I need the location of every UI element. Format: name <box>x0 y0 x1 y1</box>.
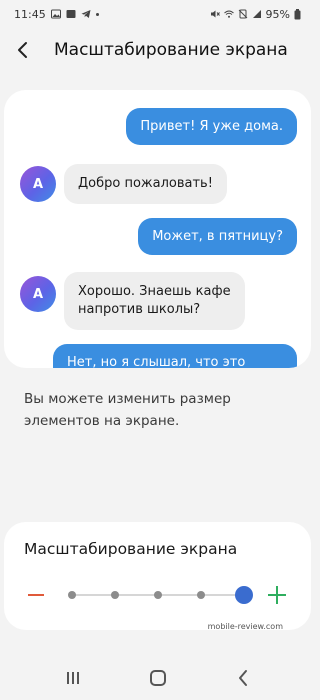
minus-icon[interactable] <box>28 594 44 596</box>
back-arrow-icon <box>18 42 27 58</box>
page-title: Масштабирование экрана <box>54 40 288 60</box>
gallery-icon <box>50 9 61 19</box>
avatar: A <box>20 166 56 202</box>
message-incoming: Хорошо. Знаешь кафе напротив школы? <box>64 272 245 330</box>
message-line: Хорошо. Знаешь кафе <box>78 284 231 299</box>
status-bar: 11:45 95% <box>0 0 315 28</box>
status-left: 11:45 <box>14 8 99 21</box>
avatar: A <box>20 276 56 312</box>
description: Вы можете изменить размер элементов на э… <box>24 388 294 432</box>
status-time: 11:45 <box>14 7 46 21</box>
message-incoming: Добро пожаловать! <box>64 164 227 204</box>
slider-tick[interactable] <box>154 591 162 599</box>
plus-icon[interactable] <box>268 586 286 604</box>
home-button[interactable] <box>138 663 178 693</box>
back-nav-button[interactable] <box>223 663 263 693</box>
chat-preview: Привет! Я уже дома. A Добро пожаловать! … <box>4 90 311 368</box>
message-outgoing: Может, в пятницу? <box>138 218 297 255</box>
header: Масштабирование экрана <box>0 32 315 68</box>
message-line: напротив школы? <box>78 302 201 317</box>
back-nav-icon <box>238 669 247 686</box>
scale-slider[interactable] <box>24 582 294 608</box>
recents-icon <box>66 671 79 684</box>
message-outgoing: Нет, но я слышал, что это <box>53 344 297 368</box>
back-button[interactable] <box>16 35 46 65</box>
slider-tick[interactable] <box>197 591 205 599</box>
wifi-icon <box>223 10 234 18</box>
no-sim-icon <box>238 9 247 19</box>
status-right: 95% <box>210 8 301 21</box>
recents-button[interactable] <box>53 663 93 693</box>
home-icon <box>149 669 166 686</box>
battery-icon <box>294 8 301 19</box>
scale-title: Масштабирование экрана <box>24 540 238 558</box>
notification-dot-icon <box>95 12 99 16</box>
description-line: Вы можете изменить размер <box>24 391 231 407</box>
navigation-bar <box>0 655 315 700</box>
telegram-icon <box>81 10 91 18</box>
message-outgoing: Привет! Я уже дома. <box>126 108 297 145</box>
watermark: mobile-review.com <box>207 622 283 631</box>
image-icon <box>66 10 76 18</box>
slider-tick[interactable] <box>111 591 119 599</box>
battery-percent: 95% <box>265 7 290 21</box>
signal-icon <box>252 10 261 18</box>
slider-tick[interactable] <box>68 591 76 599</box>
mute-icon <box>210 10 220 18</box>
scale-card: Масштабирование экрана mobile-review.com <box>4 522 311 631</box>
description-line: элементов на экране. <box>24 413 180 429</box>
slider-thumb[interactable] <box>235 586 253 604</box>
